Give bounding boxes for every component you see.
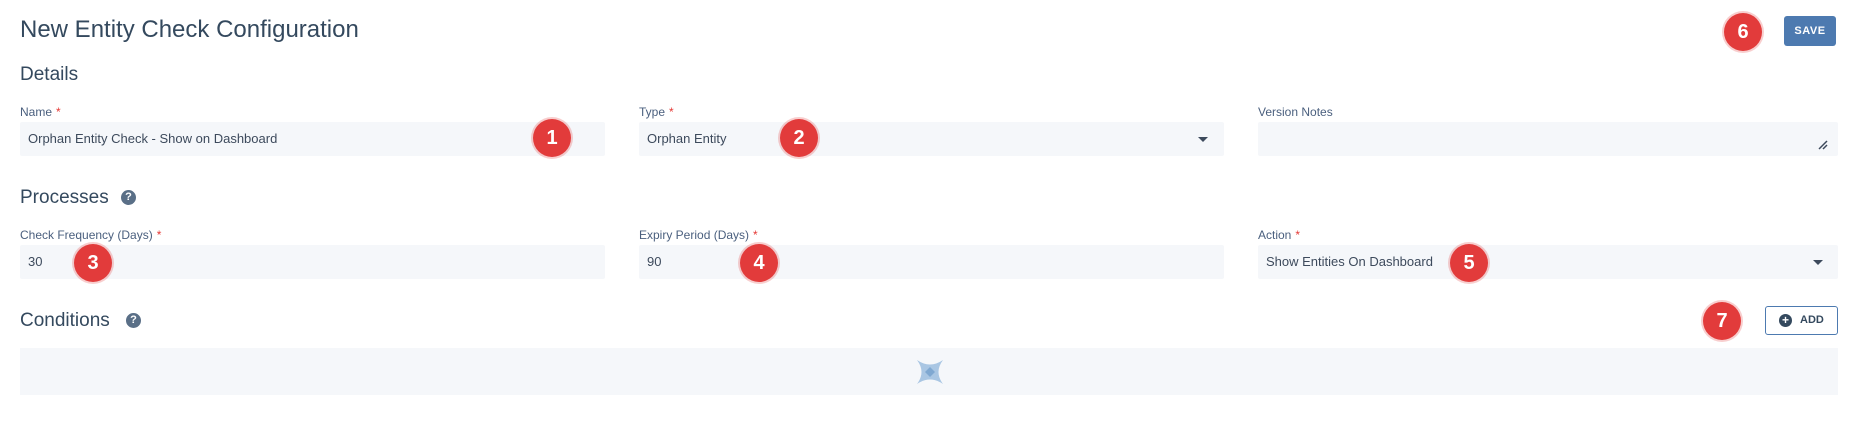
required-asterisk: * — [156, 228, 162, 242]
required-asterisk: * — [753, 228, 758, 242]
expiry-period-value: 90 — [647, 254, 662, 269]
check-frequency-label-text: Check Frequency (Days) — [20, 228, 153, 242]
name-label: Name * — [20, 105, 61, 119]
question-circle-icon[interactable]: ? — [126, 313, 141, 328]
name-value: Orphan Entity Check - Show on Dashboard — [28, 131, 278, 146]
name-input[interactable]: Orphan Entity Check - Show on Dashboard — [20, 122, 605, 156]
annotation-badge: 7 — [1703, 302, 1741, 340]
check-frequency-value: 30 — [28, 254, 43, 269]
save-button[interactable]: SAVE — [1784, 16, 1836, 46]
details-section-title: Details — [20, 64, 79, 85]
expiry-period-label: Expiry Period (Days) * — [639, 228, 758, 242]
action-label: Action * — [1258, 228, 1300, 242]
annotation-badge: 3 — [74, 244, 112, 282]
action-select[interactable]: Show Entities On Dashboard — [1258, 245, 1838, 279]
conditions-section-title: Conditions — [20, 310, 110, 331]
required-asterisk: * — [56, 105, 61, 119]
version-notes-label-text: Version Notes — [1258, 105, 1333, 119]
required-asterisk: * — [1295, 228, 1301, 242]
version-notes-label: Version Notes — [1258, 105, 1333, 119]
expiry-period-input[interactable]: 90 — [639, 245, 1224, 279]
add-button-label: ADD — [1800, 314, 1824, 326]
plus-circle-icon: + — [1779, 314, 1792, 327]
action-label-text: Action — [1258, 228, 1292, 242]
caret-down-icon — [1813, 260, 1823, 265]
caret-down-icon — [1198, 137, 1208, 142]
processes-section-title: Processes — [20, 187, 109, 208]
annotation-badge: 6 — [1724, 13, 1762, 51]
required-asterisk: * — [669, 105, 674, 119]
version-notes-textarea[interactable] — [1258, 122, 1838, 156]
annotation-badge: 2 — [780, 119, 818, 157]
type-select[interactable]: Orphan Entity — [639, 122, 1224, 156]
annotation-badge: 5 — [1450, 244, 1488, 282]
conditions-list — [20, 348, 1838, 395]
name-label-text: Name — [20, 105, 53, 119]
page-title: New Entity Check Configuration — [20, 16, 359, 43]
check-frequency-label: Check Frequency (Days) * — [20, 228, 161, 242]
type-value: Orphan Entity — [647, 131, 727, 146]
question-circle-icon[interactable]: ? — [121, 190, 136, 205]
annotation-badge: 4 — [740, 244, 778, 282]
annotation-badge: 1 — [533, 119, 571, 157]
type-label: Type * — [639, 105, 674, 119]
x-logo-icon — [917, 360, 943, 384]
resize-handle-icon[interactable] — [1818, 140, 1828, 150]
expiry-period-label-text: Expiry Period (Days) — [639, 228, 750, 242]
type-label-text: Type — [639, 105, 666, 119]
add-condition-button[interactable]: + ADD — [1765, 306, 1838, 335]
action-value: Show Entities On Dashboard — [1266, 254, 1433, 269]
